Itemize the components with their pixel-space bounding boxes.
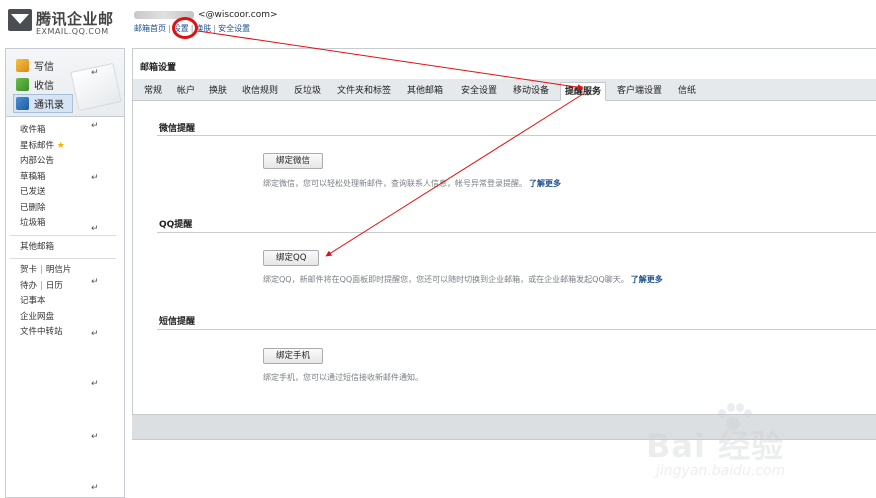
- watermark-url: jingyan.baidu.com: [656, 463, 786, 479]
- sidebar-item-drafts[interactable]: 草稿箱: [20, 170, 124, 186]
- security-settings-link[interactable]: 安全设置: [218, 24, 250, 33]
- settings-tabbar: 常规 帐户 换肤 收信规则 反垃圾 文件夹和标签 其他邮箱 安全设置 移动设备 …: [133, 79, 876, 101]
- tab-skin[interactable]: 换肤: [207, 82, 229, 101]
- contacts-icon: [16, 97, 29, 110]
- sidebar-item-announcements[interactable]: 内部公告: [20, 154, 124, 170]
- return-symbol: ↵: [91, 379, 99, 389]
- section-divider: [157, 135, 876, 136]
- sms-description: 绑定手机，您可以通过短信接收新邮件通知。: [263, 373, 423, 382]
- return-symbol: ↵: [91, 173, 99, 183]
- sidebar-item-inbox[interactable]: 收件箱: [20, 123, 124, 139]
- page-title: 邮箱设置: [140, 63, 177, 73]
- sidebar-item-deleted[interactable]: 已删除: [20, 201, 124, 217]
- sidebar-tools-row: 贺卡 | 明信片: [20, 265, 72, 275]
- sidebar-item-postcards[interactable]: 明信片: [46, 265, 72, 275]
- return-symbol: ↵: [91, 277, 99, 287]
- watermark-logo: Bai 经验: [646, 427, 785, 465]
- sidebar-item-cards[interactable]: 贺卡: [20, 265, 37, 275]
- star-icon: ★: [56, 140, 65, 151]
- logo-domain: EXMAIL.QQ.COM: [36, 27, 109, 36]
- return-symbol: ↵: [91, 121, 99, 131]
- annotation-circle: [172, 17, 198, 39]
- pencil-icon: [16, 59, 29, 72]
- section-divider: [157, 232, 876, 233]
- qq-learn-more-link[interactable]: 了解更多: [631, 275, 663, 284]
- tab-general[interactable]: 常规: [142, 82, 164, 101]
- sidebar-tools-row: 待办 | 日历: [20, 280, 63, 291]
- sidebar-divider: [10, 258, 116, 259]
- sidebar-item-spam[interactable]: 垃圾箱: [20, 216, 124, 232]
- exmail-logo[interactable]: 腾讯企业邮 EXMAIL.QQ.COM: [8, 7, 128, 37]
- tab-client-settings[interactable]: 客户端设置: [615, 82, 664, 101]
- wechat-section-title: 微信提醒: [159, 124, 196, 134]
- qq-description: 绑定QQ，新邮件将在QQ面板即时提醒您，您还可以随时切换到企业邮箱，或在企业邮箱…: [263, 275, 663, 284]
- baidu-jingyan-watermark: Bai 经验 jingyan.baidu.com: [646, 401, 836, 486]
- return-symbol: ↵: [91, 329, 99, 339]
- mailbox-home-link[interactable]: 邮箱首页: [134, 24, 166, 33]
- tab-mobile[interactable]: 移动设备: [511, 82, 551, 101]
- sidebar-divider: [10, 234, 116, 236]
- contacts-label: 通讯录: [34, 100, 64, 111]
- sidebar-actions: 写信 收信 通讯录: [6, 49, 124, 117]
- sidebar-item-calendar[interactable]: 日历: [46, 281, 63, 291]
- bind-phone-button[interactable]: 绑定手机: [263, 348, 324, 364]
- tab-inbox-rules[interactable]: 收信规则: [240, 82, 280, 101]
- tab-stationery[interactable]: 信纸: [676, 82, 698, 101]
- tab-other-mailboxes[interactable]: 其他邮箱: [405, 82, 445, 101]
- wechat-learn-more-link[interactable]: 了解更多: [529, 179, 561, 188]
- settings-panel: 邮箱设置 常规 帐户 换肤 收信规则 反垃圾 文件夹和标签 其他邮箱 安全设置 …: [132, 48, 876, 440]
- sidebar-item-todo[interactable]: 待办: [20, 281, 37, 291]
- tab-notification-service[interactable]: 提醒服务: [560, 82, 607, 101]
- return-symbol: ↵: [91, 432, 99, 442]
- return-symbol: ↵: [91, 483, 99, 493]
- tab-folders-labels[interactable]: 文件夹和标签: [335, 82, 393, 101]
- qq-section-title: QQ提醒: [159, 220, 193, 230]
- bind-qq-button[interactable]: 绑定QQ: [263, 250, 320, 266]
- account-email: <@wiscoor.com>: [134, 10, 278, 22]
- inbox-download-icon: [16, 78, 29, 91]
- tab-antispam[interactable]: 反垃圾: [292, 82, 323, 101]
- sms-section-title: 短信提醒: [159, 317, 196, 327]
- return-symbol: ↵: [91, 224, 99, 234]
- compose-label: 写信: [34, 62, 54, 73]
- sidebar-item-file-transfer[interactable]: 文件中转站: [20, 325, 124, 341]
- account-domain: @wiscoor.com>: [205, 10, 278, 20]
- folder-list: 收件箱 星标邮件 ★ 内部公告 草稿箱 已发送 已删除 垃圾箱 其他邮箱 贺卡 |…: [6, 117, 124, 341]
- wechat-description: 绑定微信，您可以轻松处理新邮件，查询联系人信息，帐号异常登录提醒。 了解更多: [263, 179, 561, 188]
- mail-logo-icon: [8, 9, 32, 31]
- sidebar-item-sent[interactable]: 已发送: [20, 185, 124, 201]
- sidebar-item-notes[interactable]: 记事本: [20, 294, 124, 310]
- sidebar: 写信 收信 通讯录 收件箱 星标邮件 ★ 内部公告 草稿箱 已发送 已删除 垃圾…: [5, 48, 125, 498]
- bind-wechat-button[interactable]: 绑定微信: [263, 153, 324, 169]
- sidebar-item-starred[interactable]: 星标邮件 ★: [20, 139, 124, 155]
- tab-security[interactable]: 安全设置: [459, 82, 499, 101]
- sidebar-item-other-mailboxes[interactable]: 其他邮箱: [20, 240, 124, 256]
- tab-account[interactable]: 帐户: [175, 82, 197, 101]
- logo-name: 腾讯企业邮: [36, 10, 114, 28]
- sidebar-item-netdisk[interactable]: 企业网盘: [20, 310, 124, 326]
- receive-label: 收信: [34, 81, 54, 92]
- section-divider: [157, 329, 876, 330]
- return-symbol: ↵: [91, 68, 99, 78]
- contacts-button[interactable]: 通讯录: [13, 94, 73, 113]
